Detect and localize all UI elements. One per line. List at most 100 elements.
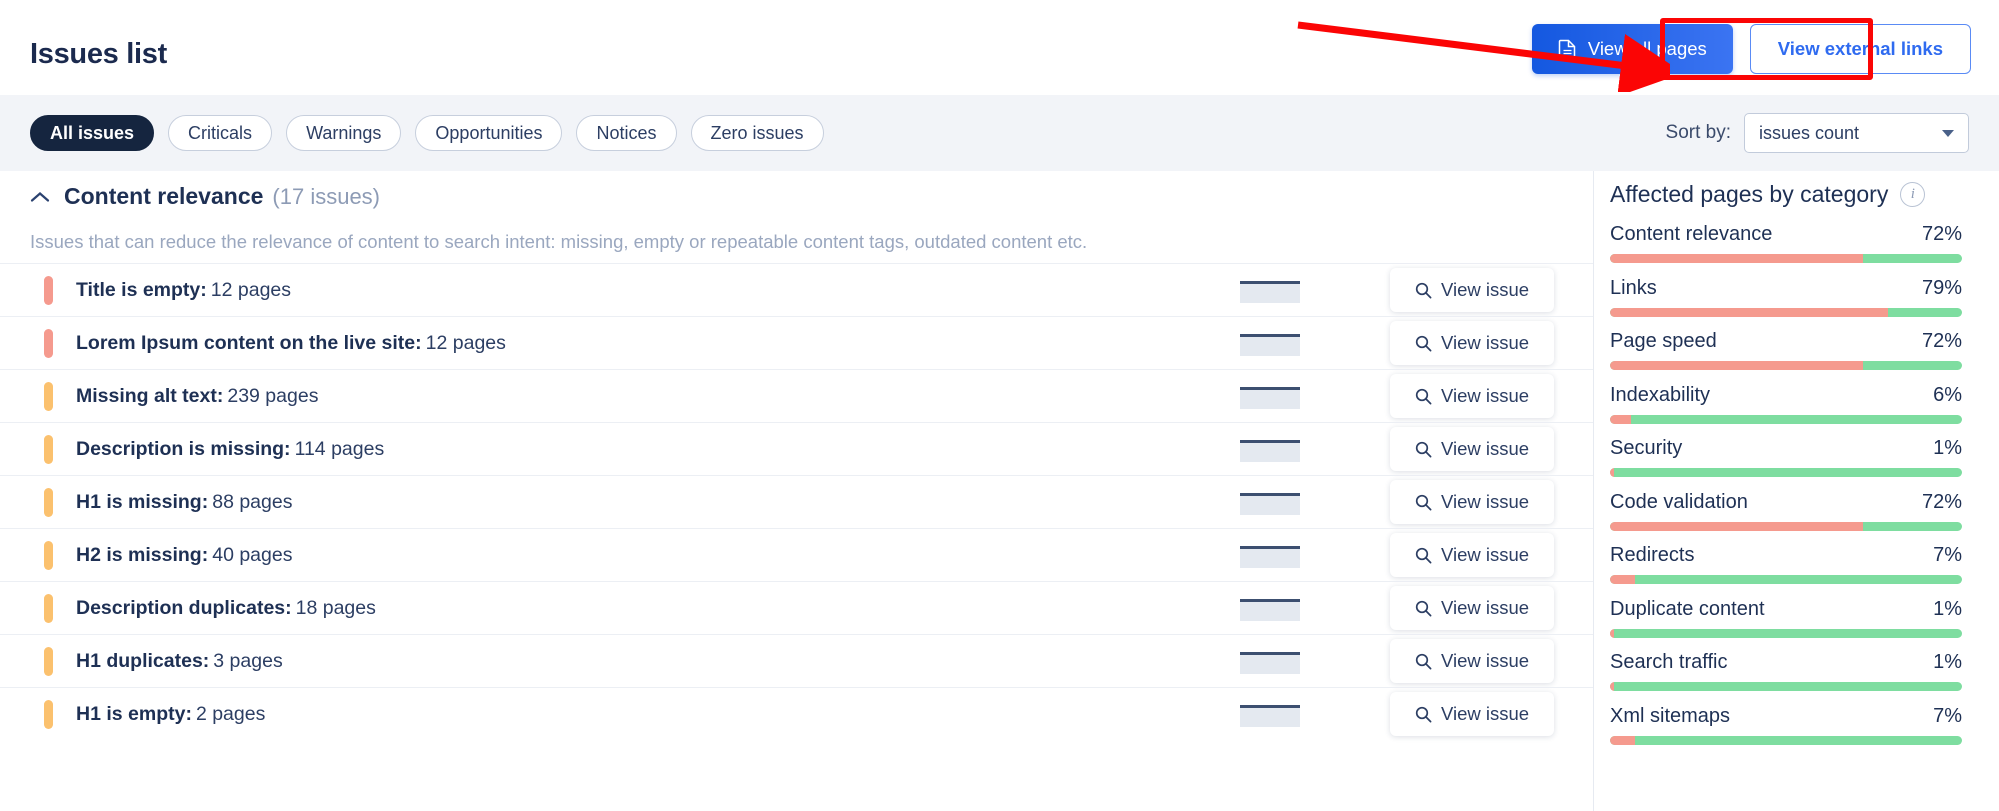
view-issue-button[interactable]: View issue [1390, 692, 1554, 736]
issue-text: Description is missing: 114 pages [76, 438, 384, 461]
view-issue-button[interactable]: View issue [1390, 321, 1554, 365]
category-progress-fill [1610, 307, 1889, 317]
issue-page-count: 2 pages [195, 702, 266, 725]
category-progress-bar [1610, 628, 1962, 638]
document-icon [1558, 39, 1577, 60]
issue-row[interactable]: H1 is missing: 88 pages View issue [0, 475, 1593, 528]
filter-chip-opportunities[interactable]: Opportunities [415, 115, 563, 151]
view-issue-label: View issue [1440, 544, 1530, 565]
issue-page-count: 114 pages [294, 437, 385, 460]
issue-name: Lorem Ipsum content on the live site: [76, 331, 422, 354]
issue-name: H1 duplicates: [76, 649, 210, 672]
view-issue-button[interactable]: View issue [1390, 586, 1554, 630]
chevron-down-icon [1942, 129, 1954, 137]
sort-by-value: issues count [1759, 122, 1860, 143]
view-issue-button[interactable]: View issue [1390, 639, 1554, 683]
view-issue-button[interactable]: View issue [1390, 427, 1554, 471]
view-issue-label: View issue [1440, 491, 1530, 512]
issue-page-count: 12 pages [210, 278, 292, 301]
issue-trend-sparkline [1240, 701, 1300, 727]
issue-name: H1 is missing: [76, 490, 209, 513]
category-percent: 72% [1921, 330, 1962, 352]
category-list: Content relevance 72% Links 79% Page speed 72… [1610, 223, 1962, 758]
category-name: Content relevance [1610, 223, 1773, 245]
view-external-links-label: View external links [1777, 38, 1943, 59]
view-issue-button[interactable]: View issue [1390, 533, 1554, 577]
view-issue-button[interactable]: View issue [1390, 268, 1554, 312]
issues-list-page: Issues list View all pages View external… [0, 0, 1999, 811]
issue-row[interactable]: Missing alt text: 239 pages View issue [0, 369, 1593, 422]
category-item: Indexability 6% [1610, 384, 1962, 424]
severity-indicator-critical [44, 328, 53, 358]
category-name: Search traffic [1610, 651, 1728, 673]
issue-row[interactable]: Title is empty: 12 pages View issue [0, 263, 1593, 316]
category-progress-fill [1610, 521, 1864, 531]
category-progress-bar [1610, 361, 1962, 370]
issue-row[interactable]: H2 is missing: 40 pages View issue [0, 528, 1593, 581]
issue-trend-sparkline [1240, 595, 1300, 621]
view-issue-button[interactable]: View issue [1390, 374, 1554, 418]
category-percent: 1% [1933, 651, 1962, 673]
filter-chip-warnings[interactable]: Warnings [286, 115, 402, 151]
info-icon[interactable]: i [1900, 182, 1926, 207]
view-external-links-button[interactable]: View external links [1749, 24, 1971, 74]
issue-page-count: 18 pages [295, 596, 376, 619]
section-header-content-relevance[interactable]: Content relevance (17 issues) [30, 183, 380, 210]
issue-name: H1 is empty: [76, 702, 192, 725]
filter-bar: All issues Criticals Warnings Opportunit… [0, 95, 1999, 171]
category-item: Security 1% [1610, 437, 1962, 477]
issue-text: H1 duplicates: 3 pages [76, 650, 283, 673]
issue-text: Description duplicates: 18 pages [76, 597, 376, 620]
category-progress-fill [1610, 628, 1614, 638]
issue-page-count: 239 pages [227, 384, 319, 407]
view-issue-button[interactable]: View issue [1390, 480, 1554, 524]
search-icon [1415, 282, 1432, 299]
issue-row[interactable]: Description duplicates: 18 pages View issu… [0, 581, 1593, 634]
issue-row[interactable]: Lorem Ipsum content on the live site: 12 … [0, 316, 1593, 369]
section-title: Content relevance [64, 183, 264, 209]
category-progress-bar [1610, 254, 1962, 263]
search-icon [1415, 653, 1432, 670]
issue-row[interactable]: H1 duplicates: 3 pages View issue [0, 634, 1593, 687]
search-icon [1415, 441, 1432, 458]
view-issue-label: View issue [1440, 650, 1530, 671]
severity-indicator-warning [44, 540, 53, 570]
view-all-pages-button[interactable]: View all pages [1531, 24, 1733, 74]
issue-trend-sparkline [1240, 436, 1300, 462]
search-icon [1415, 547, 1432, 564]
filter-chip-notices[interactable]: Notices [576, 115, 677, 151]
category-progress-bar [1610, 307, 1962, 317]
view-issue-label: View issue [1440, 332, 1530, 353]
filter-chip-criticals[interactable]: Criticals [168, 115, 273, 151]
issue-trend-sparkline [1240, 330, 1300, 356]
filter-chip-all-issues[interactable]: All issues [30, 115, 155, 151]
issue-filter-chips: All issues Criticals Warnings Opportunit… [30, 115, 824, 151]
issue-name: Description is missing: [76, 437, 291, 460]
category-percent: 1% [1933, 437, 1962, 459]
affected-pages-header: Affected pages by category i [1610, 181, 1926, 208]
category-item: Content relevance 72% [1610, 223, 1962, 263]
view-issue-label: View issue [1440, 438, 1530, 459]
issue-trend-sparkline [1240, 648, 1300, 674]
sort-by-label: Sort by: [1665, 122, 1731, 143]
category-name: Redirects [1610, 544, 1695, 566]
issue-list: Title is empty: 12 pages View issue Lorem I… [0, 263, 1593, 740]
issue-name: H2 is missing: [76, 543, 209, 566]
category-name: Code validation [1610, 490, 1748, 513]
severity-indicator-critical [44, 275, 53, 305]
issue-row[interactable]: Description is missing: 114 pages View iss… [0, 422, 1593, 475]
category-percent: 1% [1933, 597, 1962, 620]
sort-by-select[interactable]: issues count [1744, 113, 1969, 153]
issue-name: Description duplicates: [76, 596, 292, 619]
view-issue-label: View issue [1440, 703, 1530, 724]
view-issue-label: View issue [1440, 279, 1530, 300]
search-icon [1415, 388, 1432, 405]
filter-chip-zero-issues[interactable]: Zero issues [690, 115, 824, 151]
sort-control: Sort by: issues count [1666, 113, 1969, 153]
category-name: Security [1610, 437, 1683, 459]
section-issue-count: (17 issues) [272, 183, 380, 209]
issue-row[interactable]: H1 is empty: 2 pages View issue [0, 687, 1593, 740]
category-progress-bar [1610, 414, 1962, 424]
severity-indicator-warning [44, 381, 53, 411]
search-icon [1415, 335, 1432, 352]
